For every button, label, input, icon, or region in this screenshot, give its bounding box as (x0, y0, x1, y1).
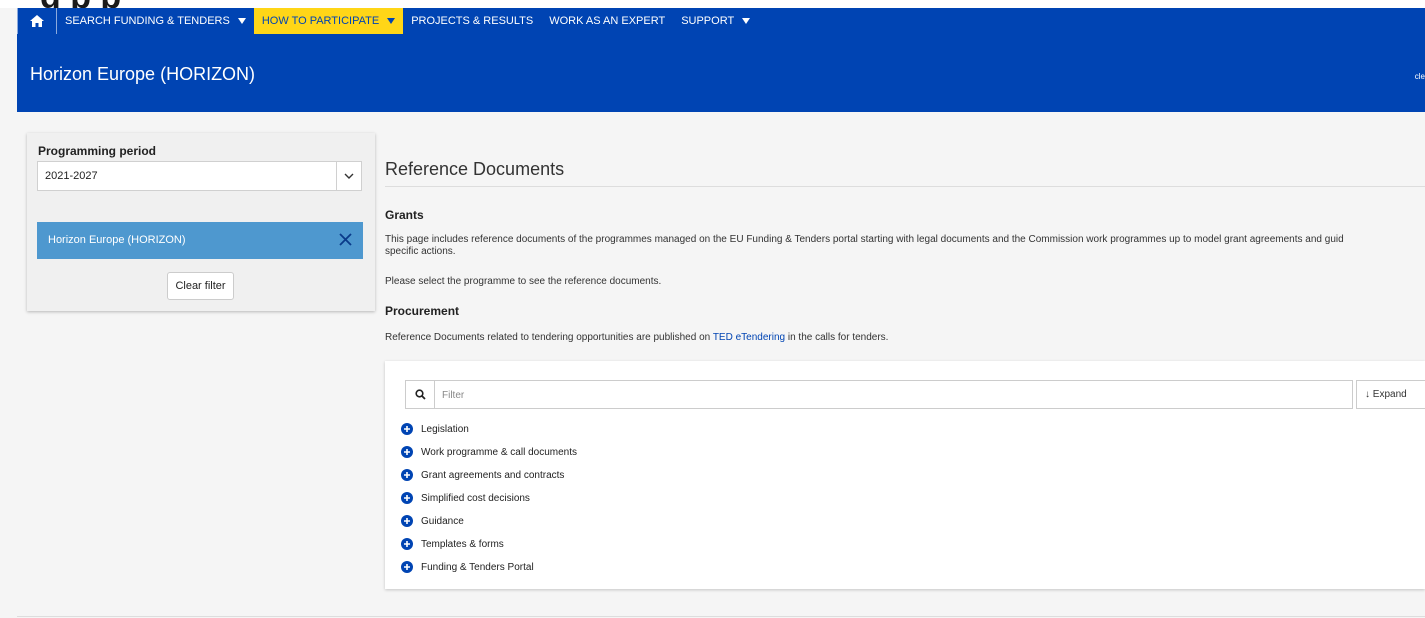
programming-period-label: Programming period (38, 144, 157, 158)
tree-item-funding-tenders-portal[interactable]: Funding & Tenders Portal (401, 561, 534, 573)
grants-text-line-1: This page includes reference documents o… (385, 234, 1344, 245)
plus-circle-icon[interactable] (401, 492, 413, 504)
plus-circle-icon[interactable] (401, 423, 413, 435)
tree-item-templates-forms[interactable]: Templates & forms (401, 538, 504, 550)
nav-label: SEARCH FUNDING & TENDERS (65, 15, 230, 27)
page-banner: Horizon Europe (HORIZON) cle (17, 34, 1425, 112)
selected-programme-chip[interactable]: Horizon Europe (HORIZON) (37, 222, 363, 259)
plus-circle-icon[interactable] (401, 446, 413, 458)
main-navbar: SEARCH FUNDING & TENDERS HOW TO PARTICIP… (17, 8, 1425, 34)
filter-sidebar: Programming period 2021-2027 Horizon Eur… (27, 133, 375, 311)
procurement-heading: Procurement (385, 304, 460, 318)
banner-right-link[interactable]: cle (1415, 72, 1425, 81)
tree-item-work-programme[interactable]: Work programme & call documents (401, 446, 577, 458)
title-divider (385, 186, 1425, 187)
tree-item-label: Grant agreements and contracts (421, 469, 565, 481)
footer-divider (17, 616, 1425, 617)
tree-item-label: Templates & forms (421, 538, 504, 550)
nav-search-funding[interactable]: SEARCH FUNDING & TENDERS (57, 8, 254, 34)
home-icon (30, 15, 44, 27)
programming-period-value: 2021-2027 (45, 170, 98, 182)
tree-item-label: Work programme & call documents (421, 446, 577, 458)
filter-input[interactable] (440, 386, 1324, 404)
close-icon[interactable] (338, 232, 353, 252)
nav-support[interactable]: SUPPORT (673, 8, 758, 34)
nav-projects-results[interactable]: PROJECTS & RESULTS (403, 8, 541, 34)
tree-item-label: Legislation (421, 423, 469, 435)
nav-label: HOW TO PARTICIPATE (261, 15, 380, 27)
top-strip: g p p (0, 0, 1425, 8)
nav-how-to-participate[interactable]: HOW TO PARTICIPATE (253, 8, 404, 34)
reference-documents-title: Reference Documents (385, 159, 565, 179)
tree-item-guidance[interactable]: Guidance (401, 515, 464, 527)
search-icon (406, 381, 435, 408)
filter-search (405, 380, 1353, 409)
nav-work-as-expert[interactable]: WORK AS AN EXPERT (541, 8, 673, 34)
caret-down-icon (237, 18, 246, 24)
programming-period-select[interactable]: 2021-2027 (37, 161, 362, 191)
plus-circle-icon[interactable] (401, 561, 413, 573)
grants-heading: Grants (385, 208, 424, 222)
plus-circle-icon[interactable] (401, 538, 413, 550)
tree-item-label: Simplified cost decisions (421, 492, 530, 504)
tree-item-label: Guidance (421, 515, 464, 527)
procurement-text: Reference Documents related to tendering… (385, 332, 888, 344)
selected-programme-label: Horizon Europe (HORIZON) (48, 234, 186, 246)
tree-item-grant-agreements[interactable]: Grant agreements and contracts (401, 469, 564, 481)
procurement-text-after: in the calls for tenders. (785, 332, 889, 343)
procurement-text-before: Reference Documents related to tendering… (385, 332, 713, 343)
plus-circle-icon[interactable] (401, 469, 413, 481)
tree-item-legislation[interactable]: Legislation (401, 423, 469, 435)
select-programme-text: Please select the programme to see the r… (385, 276, 662, 287)
expand-all-button[interactable]: ↓ Expand (1356, 380, 1425, 409)
home-button[interactable] (17, 8, 57, 34)
tree-item-simplified-cost[interactable]: Simplified cost decisions (401, 492, 530, 504)
nav-label: SUPPORT (681, 15, 735, 27)
partial-heading: g p p (40, 0, 121, 8)
chevron-down-icon[interactable] (336, 162, 361, 190)
caret-down-icon (742, 18, 751, 24)
caret-down-icon (387, 18, 396, 24)
ted-etendering-link[interactable]: TED eTendering (713, 332, 785, 343)
grants-text-line-2: specific actions. (385, 246, 456, 257)
plus-circle-icon[interactable] (401, 515, 413, 527)
clear-filter-button[interactable]: Clear filter (167, 272, 234, 300)
page-title: Horizon Europe (HORIZON) (30, 64, 256, 84)
nav-label: WORK AS AN EXPERT (549, 15, 666, 27)
documents-panel: ↓ Expand Legislation Work programme & ca… (385, 361, 1425, 589)
tree-item-label: Funding & Tenders Portal (421, 561, 534, 573)
nav-label: PROJECTS & RESULTS (411, 15, 534, 27)
